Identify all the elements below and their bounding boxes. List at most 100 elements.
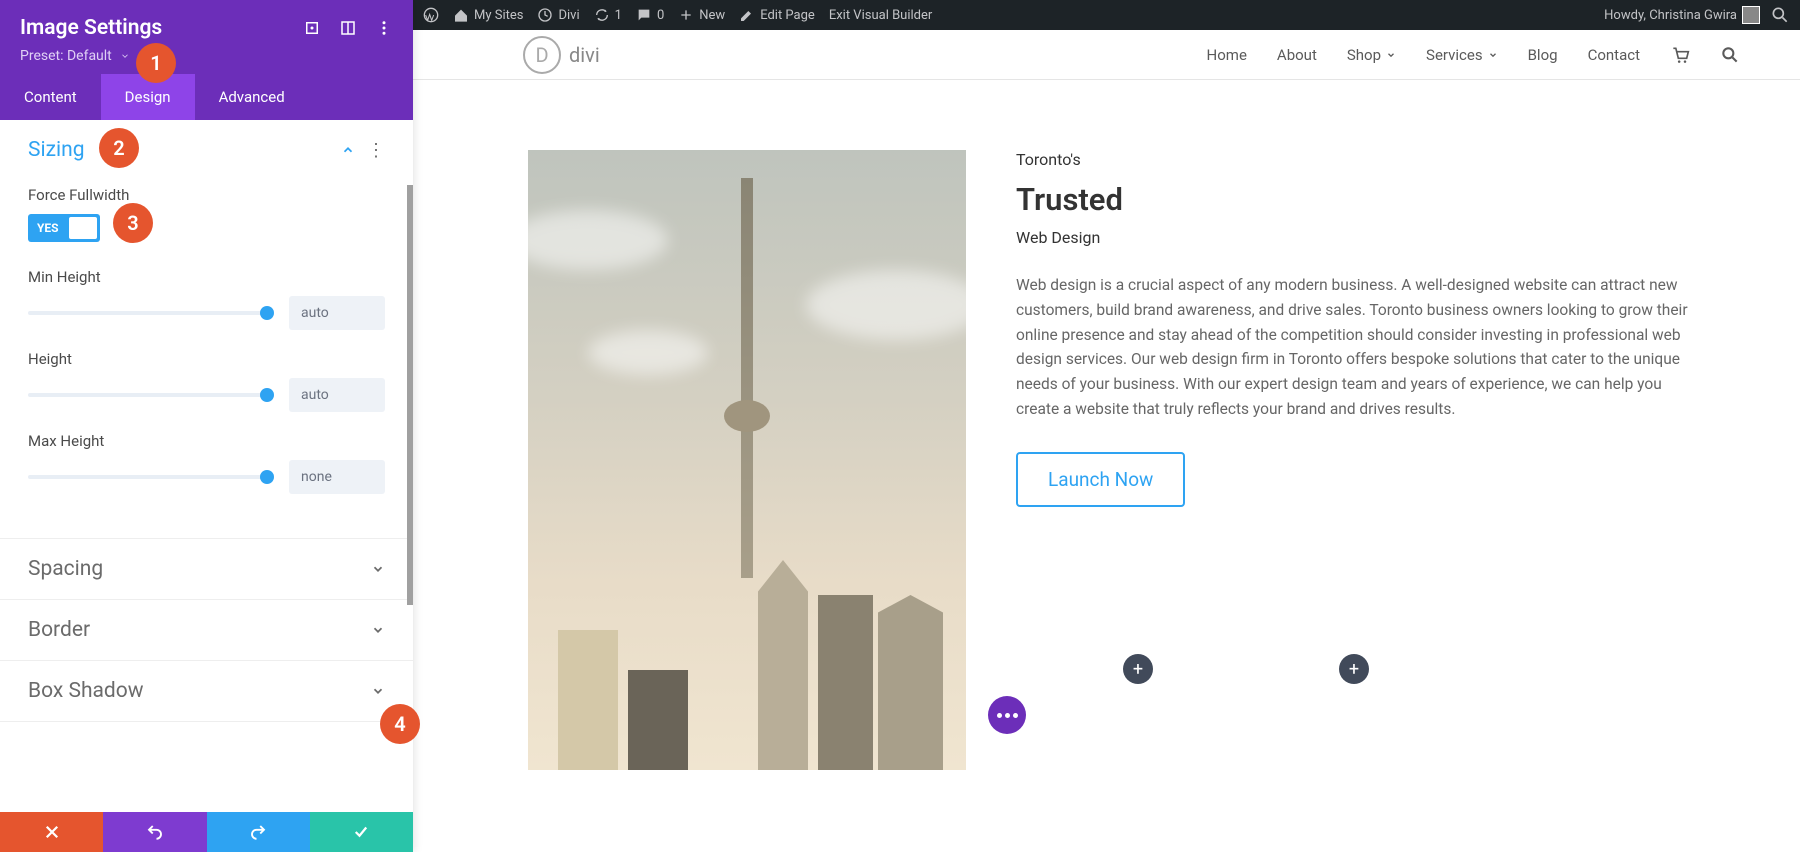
search-icon[interactable]: [1720, 45, 1740, 65]
scrollbar[interactable]: [407, 185, 413, 605]
box-shadow-title: Box Shadow: [28, 679, 144, 703]
section-box-shadow: Box Shadow: [0, 661, 413, 722]
settings-tabs: Content Design Advanced: [0, 74, 413, 120]
comments-link[interactable]: 0: [636, 7, 664, 23]
close-icon: [43, 823, 61, 841]
edit-page-label: Edit Page: [760, 8, 815, 23]
height-label: Height: [28, 350, 385, 368]
wp-admin-bar: My Sites Divi 1 0 New Edit Page Exit Vis…: [413, 0, 1800, 30]
howdy-label: Howdy, Christina Gwira: [1604, 8, 1737, 23]
edit-page-link[interactable]: Edit Page: [739, 7, 815, 23]
settings-panel: Image Settings Preset: Default Content D…: [0, 0, 413, 852]
site-link[interactable]: Divi: [537, 7, 579, 23]
hero-subtitle-2: Web Design: [1016, 228, 1700, 247]
min-height-slider[interactable]: [28, 311, 267, 315]
site-nav: Home About Shop Services Blog Contact: [1207, 45, 1740, 65]
cart-icon[interactable]: [1670, 45, 1690, 65]
redo-button[interactable]: [207, 812, 310, 852]
nav-contact[interactable]: Contact: [1588, 46, 1640, 64]
chevron-down-icon: [1488, 50, 1498, 60]
marker-2: 2: [99, 128, 139, 168]
force-fullwidth-toggle[interactable]: YES: [28, 214, 100, 242]
marker-1: 1: [136, 43, 176, 83]
cancel-button[interactable]: [0, 812, 103, 852]
kebab-icon[interactable]: [375, 19, 393, 37]
wp-search[interactable]: [1770, 5, 1790, 25]
new-link[interactable]: New: [678, 7, 725, 23]
max-height-value[interactable]: none: [289, 460, 385, 494]
nav-services-label: Services: [1426, 46, 1483, 64]
nav-about[interactable]: About: [1277, 46, 1317, 64]
exit-vb-link[interactable]: Exit Visual Builder: [829, 8, 932, 23]
hero-body: Web design is a crucial aspect of any mo…: [1016, 273, 1700, 422]
max-height-slider[interactable]: [28, 475, 267, 479]
logo-icon: D: [523, 36, 561, 74]
comment-icon: [636, 7, 652, 23]
toggle-knob: [69, 217, 97, 239]
chevron-down-icon: [120, 51, 130, 61]
section-header-spacing[interactable]: Spacing: [0, 539, 413, 599]
new-label: New: [699, 8, 725, 23]
spacing-title: Spacing: [28, 557, 103, 581]
slider-handle[interactable]: [260, 388, 274, 402]
avatar: [1742, 6, 1760, 24]
hero-image[interactable]: [528, 150, 966, 770]
height-slider[interactable]: [28, 393, 267, 397]
nav-home[interactable]: Home: [1207, 46, 1247, 64]
section-kebab-icon[interactable]: ⋮: [367, 140, 385, 161]
height-value[interactable]: auto: [289, 378, 385, 412]
tab-content[interactable]: Content: [0, 74, 101, 120]
launch-button[interactable]: Launch Now: [1016, 452, 1185, 507]
my-sites-link[interactable]: My Sites: [453, 7, 523, 23]
chevron-down-icon: [1386, 50, 1396, 60]
preset-label: Preset: Default: [20, 48, 112, 64]
preset-selector[interactable]: Preset: Default: [20, 48, 393, 64]
add-module-button[interactable]: +: [1123, 654, 1153, 684]
wp-logo[interactable]: [423, 7, 439, 23]
section-sizing: Sizing ⋮ Force Fullwidth YES Min Height …: [0, 120, 413, 539]
marker-3: 3: [113, 203, 153, 243]
pencil-icon: [739, 7, 755, 23]
chevron-down-icon: [371, 684, 385, 698]
slider-handle[interactable]: [260, 306, 274, 320]
nav-shop[interactable]: Shop: [1347, 46, 1396, 64]
updates-link[interactable]: 1: [594, 7, 622, 23]
redo-icon: [249, 823, 267, 841]
panel-header: Image Settings Preset: Default: [0, 0, 413, 74]
marker-4: 4: [380, 704, 420, 744]
site-name-label: Divi: [558, 8, 579, 23]
chevron-down-icon: [371, 562, 385, 576]
layout-icon[interactable]: [339, 19, 357, 37]
dashboard-icon: [537, 7, 553, 23]
save-button[interactable]: [310, 812, 413, 852]
exit-vb-label: Exit Visual Builder: [829, 8, 932, 23]
comments-count: 0: [657, 8, 664, 23]
nav-blog[interactable]: Blog: [1528, 46, 1558, 64]
search-icon: [1770, 5, 1790, 25]
home-icon: [453, 7, 469, 23]
force-fullwidth-label: Force Fullwidth: [28, 186, 385, 204]
undo-button[interactable]: [103, 812, 206, 852]
site-logo[interactable]: D divi: [523, 36, 600, 74]
slider-handle[interactable]: [260, 470, 274, 484]
chevron-down-icon: [371, 623, 385, 637]
site-header: D divi Home About Shop Services Blog Con…: [413, 30, 1800, 80]
min-height-value[interactable]: auto: [289, 296, 385, 330]
expand-icon[interactable]: [303, 19, 321, 37]
section-header-sizing[interactable]: Sizing ⋮: [0, 120, 413, 180]
max-height-label: Max Height: [28, 432, 385, 450]
panel-footer: [0, 812, 413, 852]
nav-shop-label: Shop: [1347, 46, 1381, 64]
sizing-title: Sizing: [28, 138, 85, 162]
undo-icon: [146, 823, 164, 841]
howdy-link[interactable]: Howdy, Christina Gwira: [1604, 6, 1760, 24]
section-header-border[interactable]: Border: [0, 600, 413, 660]
plus-icon: [678, 7, 694, 23]
border-title: Border: [28, 618, 90, 642]
section-header-box-shadow[interactable]: Box Shadow: [0, 661, 413, 721]
module-options-fab[interactable]: [988, 696, 1026, 734]
min-height-label: Min Height: [28, 268, 385, 286]
tab-advanced[interactable]: Advanced: [195, 74, 309, 120]
nav-services[interactable]: Services: [1426, 46, 1498, 64]
add-module-button[interactable]: +: [1339, 654, 1369, 684]
